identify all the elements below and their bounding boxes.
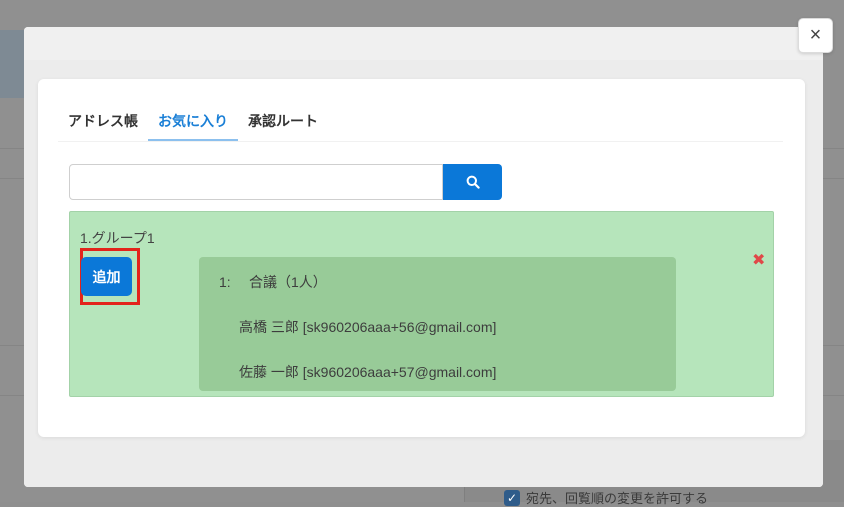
favorite-group: 1.グループ1 追加 ✖ 1: 合議（1人） 高橋 三郎 [sk960206aaa…	[69, 211, 774, 397]
remove-group-icon[interactable]: ✖	[752, 250, 765, 270]
add-button[interactable]: 追加	[81, 257, 132, 296]
background-checkbox-row: ✓ 宛先、回覧順の変更を許可する	[504, 488, 708, 507]
approval-step: 1: 合議（1人）	[219, 272, 327, 292]
background-checkbox-label: 宛先、回覧順の変更を許可する	[526, 491, 709, 506]
checkbox-checked-icon: ✓	[504, 489, 520, 506]
search-icon	[466, 175, 480, 189]
tab-favorites[interactable]: お気に入り	[148, 101, 238, 141]
tab-address-book[interactable]: アドレス帳	[58, 101, 148, 141]
address-card: アドレス帳 お気に入り 承認ルート 1.グループ1 追加 ✖ 1: 合議（1人） …	[38, 79, 805, 437]
close-button[interactable]: ×	[798, 18, 833, 53]
close-icon: ×	[809, 24, 822, 46]
members-box: 1: 合議（1人） 高橋 三郎 [sk960206aaa+56@gmail.com…	[199, 257, 676, 391]
group-title: 1.グループ1	[80, 230, 155, 246]
approval-step-number: 1:	[219, 274, 231, 290]
tabs-divider	[58, 141, 783, 142]
tab-bar: アドレス帳 お気に入り 承認ルート	[58, 101, 328, 141]
search-row	[69, 164, 502, 200]
approval-step-label: 合議（1人）	[249, 274, 327, 290]
tab-approval-route[interactable]: 承認ルート	[238, 101, 328, 141]
search-button[interactable]	[443, 164, 502, 200]
member-item: 高橋 三郎 [sk960206aaa+56@gmail.com]	[239, 319, 497, 335]
member-item: 佐藤 一郎 [sk960206aaa+57@gmail.com]	[239, 364, 497, 380]
search-input[interactable]	[69, 164, 443, 200]
modal-header	[24, 27, 823, 60]
